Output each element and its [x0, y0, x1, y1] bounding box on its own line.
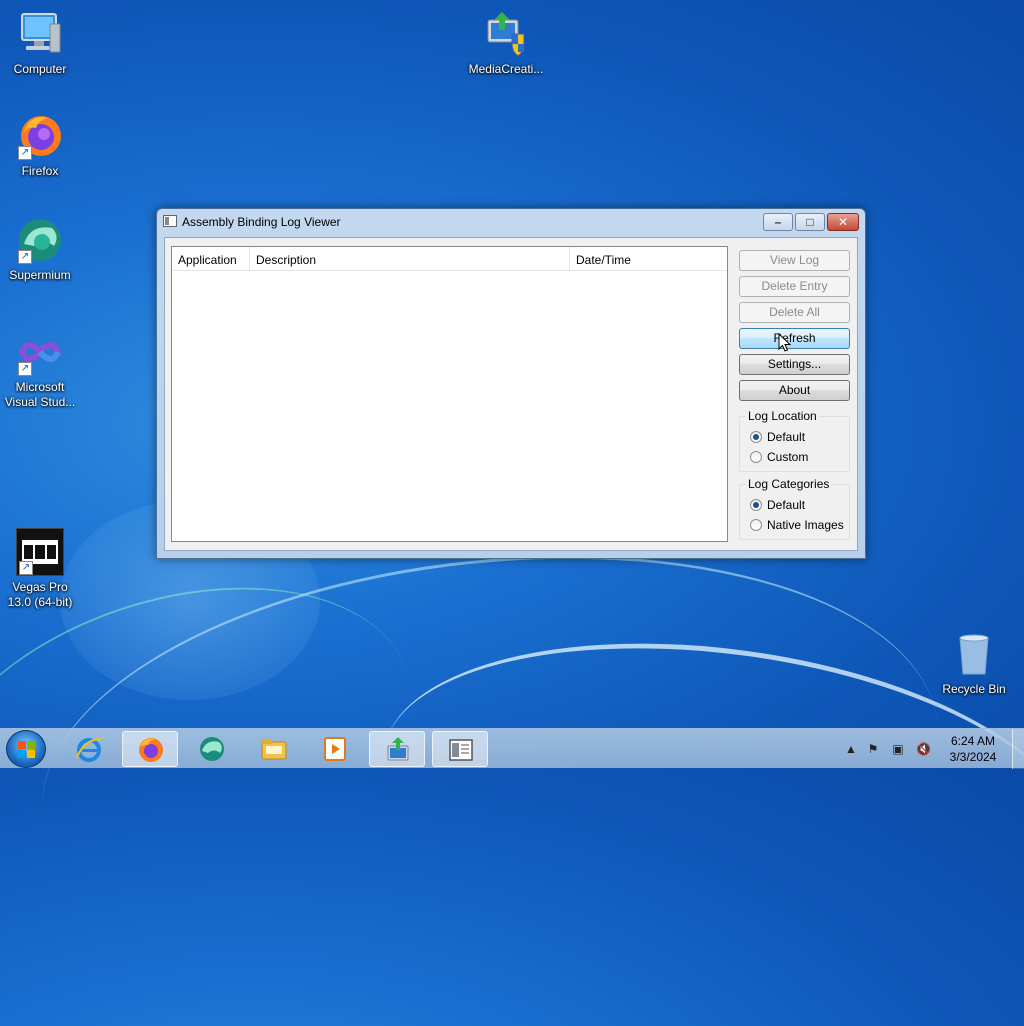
- list-header: Application Description Date/Time: [172, 247, 727, 271]
- desktop-icon-recycle-bin[interactable]: Recycle Bin: [934, 630, 1014, 697]
- taskbar-media-creation-tool[interactable]: [369, 731, 425, 767]
- wallpaper-swoosh: [362, 602, 1024, 998]
- taskbar-firefox[interactable]: [122, 731, 178, 767]
- taskbar-media-player[interactable]: [307, 731, 363, 767]
- assembly-binding-log-viewer-window: Assembly Binding Log Viewer – □ ✕ Applic…: [156, 208, 866, 559]
- media-player-icon: [324, 737, 346, 761]
- visual-studio-icon: ↗: [16, 328, 64, 376]
- close-button[interactable]: ✕: [827, 213, 859, 231]
- radio-selected-icon: [750, 431, 762, 443]
- fuslogvw-icon: [449, 739, 473, 761]
- internet-explorer-icon: [76, 738, 102, 762]
- log-location-group: Log Location Default Custom: [739, 409, 850, 472]
- supermium-icon: [200, 737, 224, 761]
- radio-selected-icon: [750, 499, 762, 511]
- view-log-button[interactable]: View Log: [739, 250, 850, 271]
- column-header-date-time[interactable]: Date/Time: [570, 247, 727, 270]
- desktop-icon-vegas-pro[interactable]: ↗ Vegas Pro 13.0 (64-bit): [0, 528, 80, 610]
- start-button[interactable]: [6, 730, 46, 768]
- close-icon: ✕: [837, 215, 849, 229]
- desktop-icon-visual-studio[interactable]: ↗ Microsoft Visual Stud...: [0, 328, 80, 410]
- shortcut-arrow-icon: ↗: [19, 561, 33, 575]
- title-bar[interactable]: Assembly Binding Log Viewer – □ ✕: [157, 209, 865, 235]
- taskbar: ▲ ⚑ ▣ 🔇 6:24 AM 3/3/2024: [0, 728, 1024, 769]
- maximize-icon: □: [806, 215, 814, 229]
- media-creation-tool-icon: [387, 737, 409, 761]
- media-creation-tool-icon: [482, 10, 530, 58]
- log-entries-list[interactable]: Application Description Date/Time: [171, 246, 728, 542]
- recycle-bin-icon: [950, 630, 998, 678]
- window-client-area: Application Description Date/Time View L…: [164, 237, 858, 551]
- minimize-button[interactable]: –: [763, 213, 793, 231]
- taskbar-clock[interactable]: 6:24 AM 3/3/2024: [940, 733, 1006, 765]
- settings-button[interactable]: Settings...: [739, 354, 850, 375]
- about-button[interactable]: About: [739, 380, 850, 401]
- vegas-pro-icon: ↗: [16, 528, 64, 576]
- clock-date: 3/3/2024: [949, 750, 997, 764]
- show-hidden-icons-chevron-icon[interactable]: ▲: [844, 742, 858, 756]
- clock-time: 6:24 AM: [950, 734, 996, 748]
- minimize-icon: –: [774, 215, 782, 229]
- log-categories-native-images-radio[interactable]: Native Images: [750, 518, 844, 532]
- desktop-icon-mediacreation[interactable]: MediaCreati...: [466, 10, 546, 77]
- volume-muted-icon[interactable]: 🔇: [916, 742, 931, 756]
- shortcut-arrow-icon: ↗: [18, 146, 32, 160]
- radio-unselected-icon: [750, 451, 762, 463]
- window-title: Assembly Binding Log Viewer: [182, 215, 341, 229]
- show-desktop-button[interactable]: [1012, 729, 1024, 769]
- log-categories-group: Log Categories Default Native Images: [739, 477, 850, 540]
- supermium-icon: ↗: [16, 216, 64, 264]
- shortcut-arrow-icon: ↗: [18, 362, 32, 376]
- column-header-application[interactable]: Application: [172, 247, 250, 270]
- log-categories-label: Log Categories: [746, 477, 832, 491]
- shortcut-arrow-icon: ↗: [18, 250, 32, 264]
- desktop-icon-computer[interactable]: Computer: [0, 10, 80, 77]
- delete-entry-button[interactable]: Delete Entry: [739, 276, 850, 297]
- log-location-label: Log Location: [746, 409, 819, 423]
- log-location-custom-radio[interactable]: Custom: [750, 450, 808, 464]
- taskbar-internet-explorer[interactable]: [61, 731, 117, 767]
- firefox-icon: ↗: [16, 112, 64, 160]
- log-location-default-radio[interactable]: Default: [750, 430, 805, 444]
- desktop-icon-firefox[interactable]: ↗ Firefox: [0, 112, 80, 179]
- network-icon[interactable]: ▣: [891, 742, 905, 756]
- action-center-flag-icon[interactable]: ⚑: [866, 742, 880, 756]
- column-header-description[interactable]: Description: [250, 247, 570, 270]
- delete-all-button[interactable]: Delete All: [739, 302, 850, 323]
- radio-unselected-icon: [750, 519, 762, 531]
- file-explorer-icon: [261, 740, 287, 760]
- taskbar-supermium[interactable]: [184, 731, 240, 767]
- computer-icon: [16, 10, 64, 58]
- taskbar-assembly-binding-log-viewer[interactable]: [432, 731, 488, 767]
- log-categories-default-radio[interactable]: Default: [750, 498, 805, 512]
- mouse-cursor-icon: [778, 333, 792, 352]
- maximize-button[interactable]: □: [795, 213, 825, 231]
- refresh-button[interactable]: Refresh: [739, 328, 850, 349]
- firefox-icon: [139, 738, 163, 762]
- desktop-icon-supermium[interactable]: ↗ Supermium: [0, 216, 80, 283]
- taskbar-file-explorer[interactable]: [246, 731, 302, 767]
- windows-logo-icon: [18, 741, 36, 759]
- fuslogvw-icon: [163, 215, 177, 227]
